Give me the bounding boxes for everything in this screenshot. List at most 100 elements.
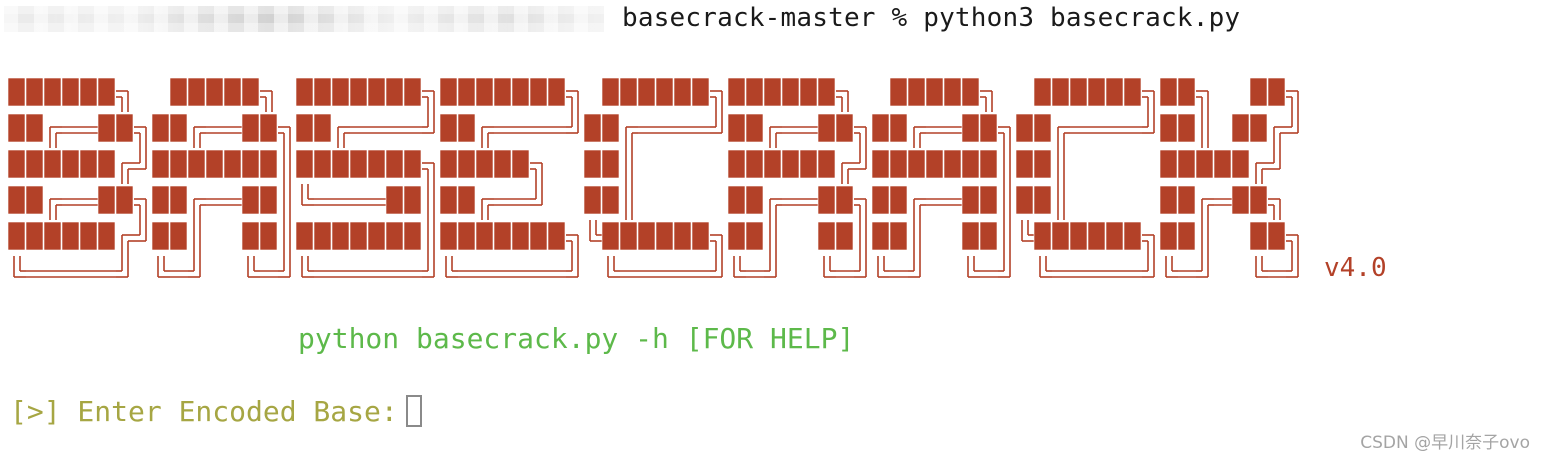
banner-block <box>61 221 80 251</box>
banner-block <box>619 221 638 251</box>
banner-block <box>259 113 278 143</box>
banner-block <box>1177 77 1196 107</box>
banner-block <box>151 221 170 251</box>
banner-block <box>8 185 26 215</box>
banner-block <box>871 113 890 143</box>
banner-block <box>1249 221 1268 251</box>
banner-block <box>241 185 260 215</box>
banner-block <box>187 77 206 107</box>
banner-block <box>1159 113 1178 143</box>
banner-block <box>457 149 476 179</box>
banner-block <box>1033 221 1052 251</box>
banner-block <box>97 149 116 179</box>
banner-block <box>1249 113 1268 143</box>
banner-block <box>169 113 188 143</box>
banner-block <box>889 113 908 143</box>
banner-block <box>547 221 566 251</box>
banner-block <box>403 77 422 107</box>
banner-block <box>313 221 332 251</box>
banner-block <box>979 221 998 251</box>
banner-block <box>1177 185 1196 215</box>
banner-block <box>727 149 746 179</box>
banner-art <box>8 77 1299 278</box>
banner-block <box>1069 77 1088 107</box>
banner-block <box>8 113 26 143</box>
banner-block <box>43 149 62 179</box>
input-line[interactable]: [>] Enter Encoded Base: <box>10 393 422 429</box>
banner-block <box>871 221 890 251</box>
banner-block <box>1015 185 1034 215</box>
banner-block <box>115 185 134 215</box>
banner-block <box>943 77 962 107</box>
banner-block <box>1231 149 1250 179</box>
banner-block <box>25 185 44 215</box>
banner-block <box>295 113 314 143</box>
redacted-prompt <box>4 6 604 32</box>
banner-block <box>457 77 476 107</box>
banner-block <box>367 149 386 179</box>
banner-block <box>817 77 836 107</box>
banner-block <box>367 77 386 107</box>
banner-block <box>583 149 602 179</box>
banner-block <box>1159 149 1178 179</box>
banner-block <box>439 77 458 107</box>
banner-block <box>313 149 332 179</box>
terminal-window[interactable]: basecrack-master % python3 basecrack.py … <box>0 0 1544 458</box>
banner-block <box>403 149 422 179</box>
banner-block <box>241 149 260 179</box>
banner-block <box>1033 77 1052 107</box>
banner-block <box>259 149 278 179</box>
banner-block <box>1087 221 1106 251</box>
banner-block <box>961 149 980 179</box>
banner-block <box>655 77 674 107</box>
banner-block <box>493 77 512 107</box>
banner-block <box>907 77 926 107</box>
banner-block <box>889 185 908 215</box>
banner-block <box>61 77 80 107</box>
banner-block <box>43 77 62 107</box>
banner-block <box>61 149 80 179</box>
banner-block <box>331 221 350 251</box>
banner-block <box>97 77 116 107</box>
banner-block <box>925 77 944 107</box>
banner-block <box>673 221 692 251</box>
banner-block <box>745 149 764 179</box>
banner-block <box>331 149 350 179</box>
banner-block <box>817 113 836 143</box>
text-cursor[interactable] <box>405 395 422 427</box>
banner-block <box>601 149 620 179</box>
banner-block <box>727 221 746 251</box>
banner-block <box>1087 77 1106 107</box>
banner-block <box>871 149 890 179</box>
banner-block <box>457 221 476 251</box>
banner-block <box>817 149 836 179</box>
command-line: basecrack-master % python3 basecrack.py <box>4 0 1240 36</box>
banner-block <box>25 221 44 251</box>
banner-block <box>511 221 530 251</box>
banner-block <box>169 77 188 107</box>
banner-block <box>205 77 224 107</box>
help-text: python basecrack.py -h [FOR HELP] <box>298 322 855 355</box>
banner-block <box>241 221 260 251</box>
banner-block <box>1123 77 1142 107</box>
banner-block <box>1105 77 1124 107</box>
banner-block <box>529 77 548 107</box>
banner-block <box>1105 221 1124 251</box>
banner-block <box>475 149 494 179</box>
banner-block <box>637 77 656 107</box>
banner-block <box>8 77 26 107</box>
banner-block <box>151 149 170 179</box>
banner-block <box>1231 185 1250 215</box>
banner-block <box>1015 149 1034 179</box>
banner-block <box>223 149 242 179</box>
banner-block <box>1195 149 1214 179</box>
banner-block <box>439 185 458 215</box>
banner-block <box>25 77 44 107</box>
banner-block <box>961 185 980 215</box>
banner-block <box>727 113 746 143</box>
banner-block <box>529 221 548 251</box>
banner-block <box>583 185 602 215</box>
banner-block <box>385 185 404 215</box>
banner-block <box>439 113 458 143</box>
banner-block <box>925 149 944 179</box>
